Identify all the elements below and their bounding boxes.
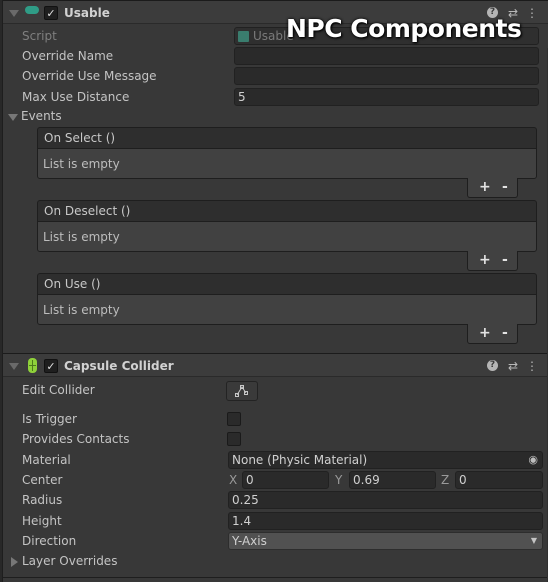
object-picker-icon[interactable]: ◉ [528, 452, 538, 468]
is-trigger-checkbox[interactable] [227, 412, 241, 426]
event-list-empty: List is empty [37, 294, 537, 325]
max-use-distance-label: Max Use Distance [22, 90, 130, 104]
center-x-input[interactable]: 0 [242, 471, 329, 489]
layer-overrides-label[interactable]: Layer Overrides [22, 554, 117, 568]
override-name-label: Override Name [22, 49, 114, 63]
center-label: Center [22, 473, 63, 487]
event-header: On Select () [37, 127, 537, 149]
material-label: Material [22, 453, 71, 467]
provides-contacts-checkbox[interactable] [227, 432, 241, 446]
presets-icon[interactable]: ⇄ [506, 359, 520, 373]
direction-dropdown[interactable]: Y-Axis ▼ [228, 532, 543, 550]
capsule-collider-title: Capsule Collider [64, 359, 174, 373]
inspector-panel: ✓ Usable ? ⇄ ⋮ Script Usable Override Na… [2, 0, 548, 582]
usable-enabled-checkbox[interactable]: ✓ [44, 6, 58, 20]
center-x-label[interactable]: X [229, 473, 237, 487]
usable-title: Usable [64, 6, 110, 20]
add-event-button[interactable]: + [479, 251, 491, 269]
height-input[interactable]: 1.4 [228, 512, 543, 530]
capsule-collider-icon [28, 358, 37, 373]
add-event-button[interactable]: + [479, 178, 491, 196]
script-file-icon [238, 31, 249, 42]
event-list-empty: List is empty [37, 148, 537, 179]
center-z-label[interactable]: Z [441, 473, 449, 487]
is-trigger-label: Is Trigger [22, 412, 77, 426]
center-y-label[interactable]: Y [335, 473, 342, 487]
add-event-button[interactable]: + [479, 324, 491, 342]
event-on-deselect: On Deselect () List is empty + - [37, 200, 537, 272]
material-value: None (Physic Material) [232, 453, 368, 467]
override-use-message-label: Override Use Message [22, 69, 157, 83]
capsule-collider-component-header[interactable]: ✓ Capsule Collider ? ⇄ ⋮ [3, 353, 548, 377]
remove-event-button[interactable]: - [502, 251, 508, 269]
event-footer: + - [467, 178, 518, 198]
check-icon: ✓ [46, 7, 56, 20]
event-list-empty: List is empty [37, 221, 537, 252]
more-options-icon[interactable]: ⋮ [525, 6, 539, 20]
edit-collider-button[interactable] [226, 381, 258, 401]
override-name-input[interactable] [234, 47, 539, 65]
center-z-input[interactable]: 0 [455, 471, 543, 489]
usable-script-icon [25, 6, 39, 14]
max-use-distance-input[interactable]: 5 [234, 88, 539, 106]
events-label[interactable]: Events [21, 109, 62, 123]
help-icon[interactable]: ? [487, 360, 498, 371]
foldout-arrow-icon[interactable] [9, 363, 19, 370]
divider [3, 577, 548, 578]
edit-collider-icon [235, 385, 248, 397]
direction-label: Direction [22, 534, 77, 548]
provides-contacts-label: Provides Contacts [22, 432, 130, 446]
chevron-down-icon: ▼ [530, 536, 537, 545]
usable-component-body: Script Usable Override Name Override Use… [3, 25, 548, 352]
center-y-input[interactable]: 0.69 [349, 471, 436, 489]
events-foldout-icon[interactable] [8, 114, 18, 121]
remove-event-button[interactable]: - [502, 324, 508, 342]
radius-label: Radius [22, 493, 63, 507]
event-on-select: On Select () List is empty + - [37, 127, 537, 199]
capsule-collider-enabled-checkbox[interactable]: ✓ [44, 359, 58, 373]
check-icon: ✓ [46, 360, 56, 373]
capsule-collider-component-body: Edit Collider Is Trigger Provides Contac… [3, 378, 548, 582]
material-object-field[interactable]: None (Physic Material) ◉ [228, 451, 543, 469]
foldout-arrow-icon[interactable] [9, 10, 19, 17]
event-footer: + - [467, 251, 518, 271]
direction-value: Y-Axis [232, 534, 267, 548]
event-header: On Use () [37, 273, 537, 295]
layer-overrides-foldout-icon[interactable] [11, 557, 18, 567]
override-use-message-input[interactable] [234, 67, 539, 85]
script-label: Script [22, 29, 57, 43]
more-options-icon[interactable]: ⋮ [525, 359, 539, 373]
event-on-use: On Use () List is empty + - [37, 273, 537, 345]
radius-input[interactable]: 0.25 [228, 491, 543, 509]
event-header: On Deselect () [37, 200, 537, 222]
overlay-caption: NPC Components [286, 14, 522, 43]
edit-collider-label: Edit Collider [22, 383, 95, 397]
remove-event-button[interactable]: - [502, 178, 508, 196]
event-footer: + - [467, 324, 518, 344]
height-label: Height [22, 514, 62, 528]
